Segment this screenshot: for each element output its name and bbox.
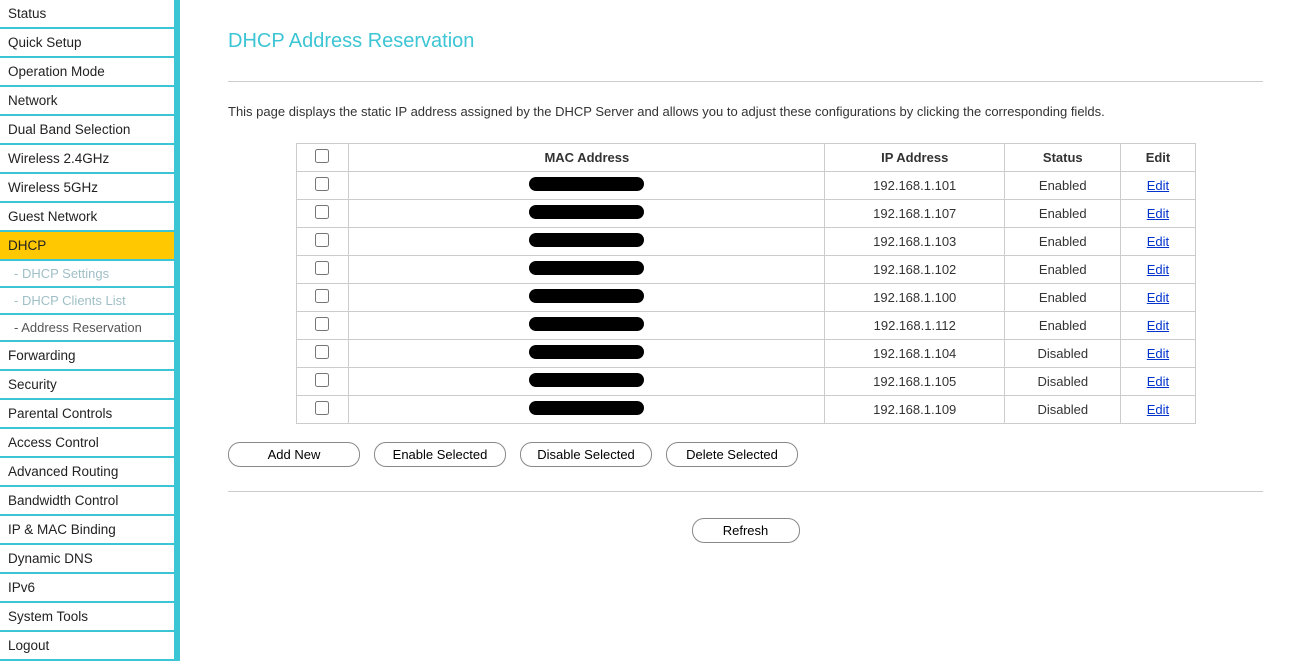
sidebar-item[interactable]: Network [0, 87, 174, 116]
table-row: 192.168.1.101Enabled Edit [296, 172, 1195, 200]
ip-cell: 192.168.1.100 [825, 284, 1005, 312]
edit-link[interactable]: Edit [1147, 178, 1169, 193]
status-cell: Enabled [1005, 200, 1121, 228]
mac-redacted [529, 317, 644, 331]
sidebar-sub-item[interactable]: - Address Reservation [0, 315, 174, 342]
sidebar-item[interactable]: Operation Mode [0, 58, 174, 87]
edit-header: Edit [1121, 144, 1195, 172]
sidebar-item[interactable]: DHCP [0, 232, 174, 261]
delete-selected-button[interactable]: Delete Selected [666, 442, 798, 467]
row-checkbox[interactable] [315, 401, 329, 415]
sidebar-item[interactable]: Dual Band Selection [0, 116, 174, 145]
sidebar: StatusQuick SetupOperation ModeNetworkDu… [0, 0, 180, 661]
disable-selected-button[interactable]: Disable Selected [520, 442, 652, 467]
status-header: Status [1005, 144, 1121, 172]
sidebar-sub-item[interactable]: - DHCP Settings [0, 261, 174, 288]
ip-cell: 192.168.1.103 [825, 228, 1005, 256]
sidebar-item[interactable]: Wireless 5GHz [0, 174, 174, 203]
mac-redacted [529, 289, 644, 303]
sidebar-item[interactable]: Guest Network [0, 203, 174, 232]
table-row: 192.168.1.100Enabled Edit [296, 284, 1195, 312]
status-cell: Disabled [1005, 396, 1121, 424]
table-row: 192.168.1.102Enabled Edit [296, 256, 1195, 284]
status-cell: Disabled [1005, 340, 1121, 368]
add-new-button[interactable]: Add New [228, 442, 360, 467]
mac-redacted [529, 345, 644, 359]
sidebar-item[interactable]: Access Control [0, 429, 174, 458]
sidebar-item[interactable]: IP & MAC Binding [0, 516, 174, 545]
edit-link[interactable]: Edit [1147, 262, 1169, 277]
ip-cell: 192.168.1.112 [825, 312, 1005, 340]
status-cell: Enabled [1005, 256, 1121, 284]
edit-link[interactable]: Edit [1147, 346, 1169, 361]
bottom-separator [228, 491, 1263, 492]
table-row: 192.168.1.103Enabled Edit [296, 228, 1195, 256]
sidebar-item[interactable]: IPv6 [0, 574, 174, 603]
edit-link[interactable]: Edit [1147, 374, 1169, 389]
page-description: This page displays the static IP address… [228, 104, 1263, 119]
status-cell: Enabled [1005, 284, 1121, 312]
page-title: DHCP Address Reservation [228, 30, 1263, 53]
table-row: 192.168.1.109Disabled Edit [296, 396, 1195, 424]
mac-redacted [529, 233, 644, 247]
status-cell: Enabled [1005, 228, 1121, 256]
mac-redacted [529, 373, 644, 387]
ip-header: IP Address [825, 144, 1005, 172]
ip-cell: 192.168.1.102 [825, 256, 1005, 284]
sidebar-item[interactable]: Status [0, 0, 174, 29]
sidebar-item[interactable]: Security [0, 371, 174, 400]
mac-redacted [529, 261, 644, 275]
sidebar-item[interactable]: Forwarding [0, 342, 174, 371]
ip-cell: 192.168.1.101 [825, 172, 1005, 200]
sidebar-item[interactable]: Advanced Routing [0, 458, 174, 487]
ip-cell: 192.168.1.105 [825, 368, 1005, 396]
status-cell: Disabled [1005, 368, 1121, 396]
reservation-tbody: 192.168.1.101EnabledEdit192.168.1.107Ena… [296, 172, 1195, 424]
row-checkbox[interactable] [315, 177, 329, 191]
edit-link[interactable]: Edit [1147, 318, 1169, 333]
mac-redacted [529, 205, 644, 219]
table-row: 192.168.1.112Enabled Edit [296, 312, 1195, 340]
main-content: DHCP Address Reservation This page displ… [180, 0, 1311, 661]
sidebar-sub-item[interactable]: - DHCP Clients List [0, 288, 174, 315]
ip-cell: 192.168.1.107 [825, 200, 1005, 228]
ip-cell: 192.168.1.104 [825, 340, 1005, 368]
sidebar-item[interactable]: Dynamic DNS [0, 545, 174, 574]
row-checkbox[interactable] [315, 289, 329, 303]
select-all-checkbox[interactable] [315, 149, 329, 163]
edit-link[interactable]: Edit [1147, 206, 1169, 221]
table-row: 192.168.1.107Enabled Edit [296, 200, 1195, 228]
edit-link[interactable]: Edit [1147, 234, 1169, 249]
edit-link[interactable]: Edit [1147, 290, 1169, 305]
edit-link[interactable]: Edit [1147, 402, 1169, 417]
row-checkbox[interactable] [315, 373, 329, 387]
status-cell: Enabled [1005, 172, 1121, 200]
mac-header: MAC Address [349, 144, 825, 172]
row-checkbox[interactable] [315, 261, 329, 275]
ip-cell: 192.168.1.109 [825, 396, 1005, 424]
reservation-table: MAC Address IP Address Status Edit 192.1… [296, 143, 1196, 424]
action-button-row: Add New Enable Selected Disable Selected… [228, 442, 1263, 467]
mac-redacted [529, 401, 644, 415]
sidebar-item[interactable]: Parental Controls [0, 400, 174, 429]
enable-selected-button[interactable]: Enable Selected [374, 442, 506, 467]
sidebar-item[interactable]: Bandwidth Control [0, 487, 174, 516]
status-cell: Enabled [1005, 312, 1121, 340]
sidebar-item[interactable]: Wireless 2.4GHz [0, 145, 174, 174]
row-checkbox[interactable] [315, 205, 329, 219]
table-row: 192.168.1.105Disabled Edit [296, 368, 1195, 396]
title-separator [228, 81, 1263, 82]
sidebar-item[interactable]: Quick Setup [0, 29, 174, 58]
row-checkbox[interactable] [315, 233, 329, 247]
sidebar-item[interactable]: System Tools [0, 603, 174, 632]
row-checkbox[interactable] [315, 317, 329, 331]
mac-redacted [529, 177, 644, 191]
row-checkbox[interactable] [315, 345, 329, 359]
sidebar-item[interactable]: Logout [0, 632, 174, 661]
refresh-button[interactable]: Refresh [692, 518, 800, 543]
select-all-header[interactable] [296, 144, 349, 172]
table-row: 192.168.1.104Disabled Edit [296, 340, 1195, 368]
